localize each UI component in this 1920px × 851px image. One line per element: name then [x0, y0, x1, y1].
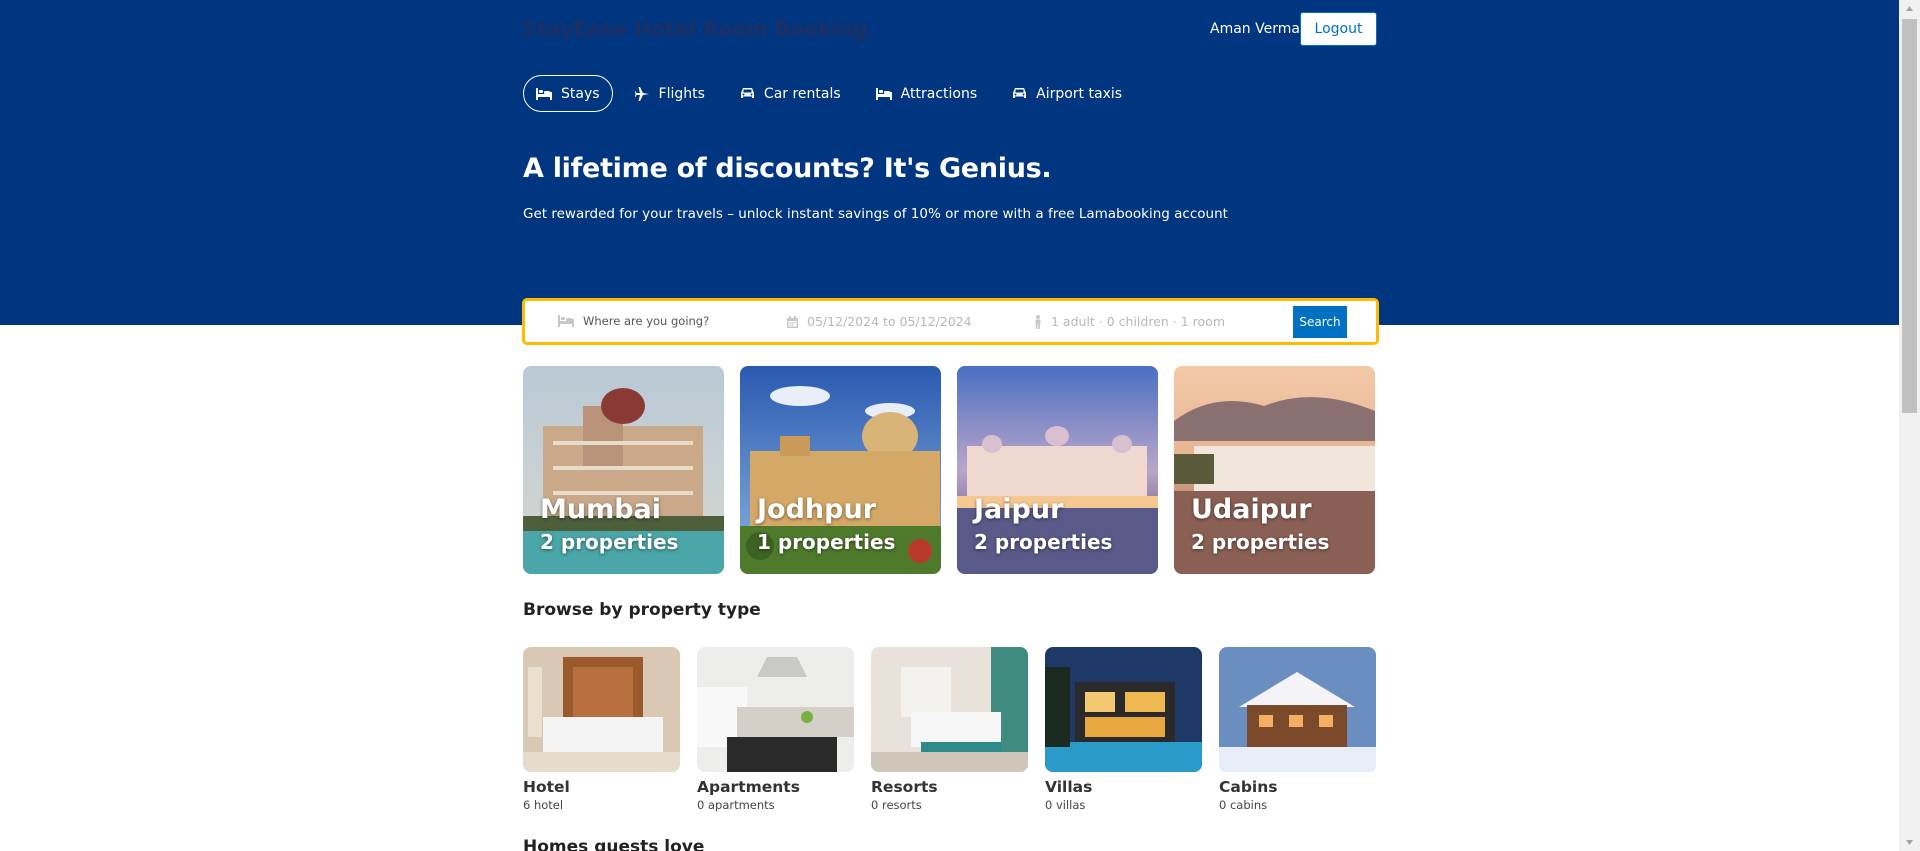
plane-icon: [634, 86, 649, 101]
nav-item-airport-taxis[interactable]: Airport taxis: [999, 75, 1135, 112]
hero-headline: A lifetime of discounts? It's Genius.: [523, 153, 1052, 184]
nav-item-attractions[interactable]: Attractions: [863, 75, 990, 112]
nav-label: Flights: [658, 85, 705, 102]
nav-item-car-rentals[interactable]: Car rentals: [727, 75, 854, 112]
featured-cities: Mumbai 2 properties Jodhpur 1 properties: [523, 366, 1375, 574]
city-name: Mumbai: [540, 494, 662, 525]
car-icon: [740, 88, 754, 98]
resorts-photo: [871, 647, 1028, 772]
category-nav: Stays Flights Car rentals Attractions Ai…: [523, 75, 1144, 112]
villas-photo: [1045, 647, 1202, 772]
property-type-label: Hotel: [523, 778, 570, 796]
property-type-count: 0 villas: [1045, 798, 1086, 812]
city-count: 1 properties: [757, 530, 896, 554]
cabins-photo: [1219, 647, 1376, 772]
bed-icon: [875, 87, 892, 100]
property-type-label: Resorts: [871, 778, 938, 796]
property-type-list: Hotel 6 hotel Apartments 0 apartments Re…: [523, 647, 1376, 812]
city-card-mumbai[interactable]: Mumbai 2 properties: [523, 366, 724, 574]
hero-subline: Get rewarded for your travels – unlock i…: [523, 206, 1228, 222]
nav-item-stays[interactable]: Stays: [523, 75, 613, 112]
property-type-hotel[interactable]: Hotel 6 hotel: [523, 647, 680, 812]
property-type-apartments[interactable]: Apartments 0 apartments: [697, 647, 854, 812]
city-count: 2 properties: [1191, 530, 1330, 554]
city-card-jodhpur[interactable]: Jodhpur 1 properties: [740, 366, 941, 574]
nav-label: Stays: [561, 85, 600, 102]
city-name: Jodhpur: [757, 494, 877, 525]
hotel-photo: [523, 647, 680, 772]
city-name: Udaipur: [1191, 494, 1312, 525]
property-type-count: 0 apartments: [697, 798, 775, 812]
property-type-resorts[interactable]: Resorts 0 resorts: [871, 647, 1028, 812]
search-button[interactable]: Search: [1293, 306, 1347, 338]
scroll-up-arrow-icon[interactable]: [1899, 0, 1920, 17]
logout-button[interactable]: Logout: [1300, 12, 1377, 46]
property-type-label: Cabins: [1219, 778, 1278, 796]
destination-field[interactable]: [558, 314, 743, 328]
bed-icon: [558, 315, 574, 327]
bed-icon: [536, 87, 552, 100]
city-name: Jaipur: [974, 494, 1064, 525]
property-type-label: Villas: [1045, 778, 1093, 796]
taxi-icon: [1013, 88, 1027, 98]
search-bar: 05/12/2024 to 05/12/2024 1 adult · 0 chi…: [522, 298, 1379, 345]
homes-guests-love-title: Homes guests love: [523, 837, 705, 851]
city-count: 2 properties: [540, 530, 679, 554]
property-type-count: 0 cabins: [1219, 798, 1268, 812]
brand-title[interactable]: StayEase Hotel Room Booking: [523, 17, 867, 41]
person-icon: [1035, 314, 1041, 329]
nav-item-flights[interactable]: Flights: [622, 75, 718, 112]
property-type-cabins[interactable]: Cabins 0 cabins: [1219, 647, 1376, 812]
city-card-jaipur[interactable]: Jaipur 2 properties: [957, 366, 1158, 574]
destination-input[interactable]: [583, 314, 743, 328]
property-type-count: 6 hotel: [523, 798, 564, 812]
calendar-icon: [787, 315, 798, 328]
city-card-udaipur[interactable]: Udaipur 2 properties: [1174, 366, 1375, 574]
nav-label: Car rentals: [763, 85, 841, 102]
city-count: 2 properties: [974, 530, 1113, 554]
property-type-villas[interactable]: Villas 0 villas: [1045, 647, 1202, 812]
date-field[interactable]: 05/12/2024 to 05/12/2024: [787, 314, 972, 329]
apartments-photo: [697, 647, 854, 772]
nav-label: Airport taxis: [1036, 85, 1123, 102]
property-type-title: Browse by property type: [523, 600, 761, 620]
guests-field[interactable]: 1 adult · 0 children · 1 room: [1034, 314, 1225, 329]
page-scrollbar[interactable]: [1899, 0, 1920, 851]
date-range-text: 05/12/2024 to 05/12/2024: [807, 314, 972, 329]
nav-label: Attractions: [900, 85, 978, 102]
scroll-down-arrow-icon[interactable]: [1899, 834, 1920, 851]
guests-text: 1 adult · 0 children · 1 room: [1051, 314, 1225, 329]
property-type-count: 0 resorts: [871, 798, 922, 812]
user-name: Aman Verma: [1210, 21, 1300, 37]
scrollbar-thumb[interactable]: [1902, 19, 1917, 413]
property-type-label: Apartments: [697, 778, 800, 796]
